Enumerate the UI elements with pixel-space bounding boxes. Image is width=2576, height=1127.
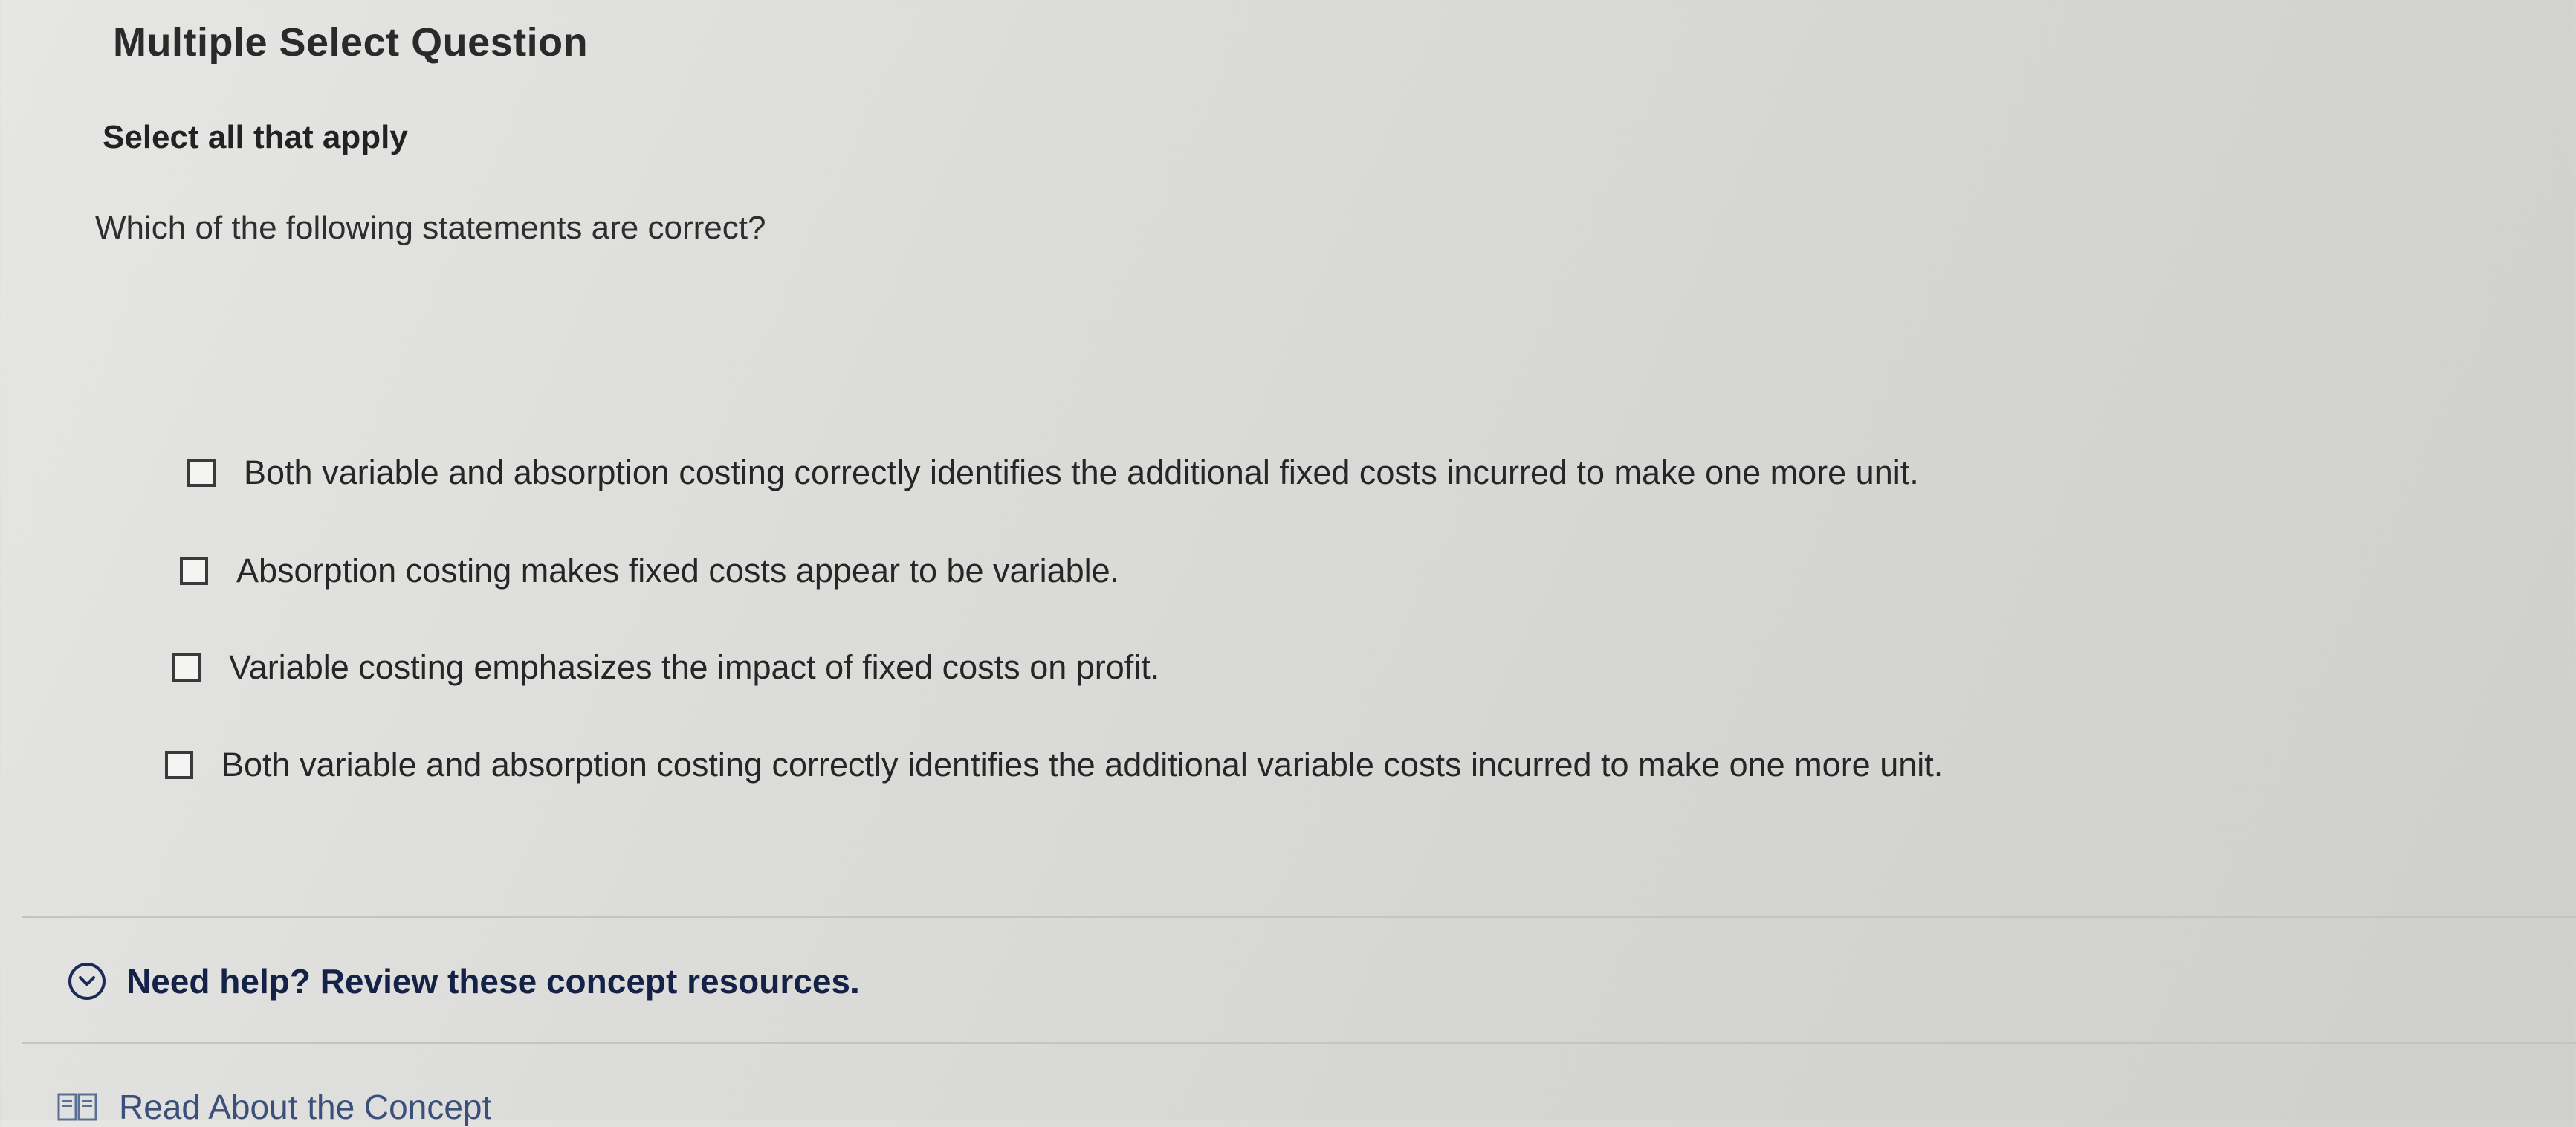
read-concept-label: Read About the Concept (119, 1088, 492, 1126)
book-icon (57, 1093, 97, 1121)
help-panel: Need help? Review these concept resource… (22, 916, 2576, 1044)
checkbox-option-1[interactable] (187, 459, 216, 487)
chevron-down-circle-icon (68, 963, 106, 1000)
checkbox-option-3[interactable] (172, 653, 201, 682)
option-4-label: Both variable and absorption costing cor… (221, 746, 1944, 784)
option-1[interactable]: Both variable and absorption costing cor… (187, 453, 1919, 492)
option-1-label: Both variable and absorption costing cor… (244, 453, 1919, 491)
option-2[interactable]: Absorption costing makes fixed costs app… (180, 552, 1119, 590)
help-toggle-label: Need help? Review these concept resource… (126, 962, 860, 1001)
page-title: Multiple Select Question (113, 20, 589, 65)
instruction-text: Select all that apply (103, 119, 408, 155)
option-3-label: Variable costing emphasizes the impact o… (229, 648, 1160, 686)
option-4[interactable]: Both variable and absorption costing cor… (165, 746, 1943, 784)
option-3[interactable]: Variable costing emphasizes the impact o… (172, 648, 1159, 687)
read-concept-link[interactable]: Read About the Concept (56, 1087, 491, 1127)
question-prompt: Which of the following statements are co… (95, 210, 766, 246)
option-2-label: Absorption costing makes fixed costs app… (236, 552, 1120, 590)
checkbox-option-4[interactable] (165, 751, 193, 779)
help-toggle-button[interactable]: Need help? Review these concept resource… (68, 961, 860, 1001)
checkbox-option-2[interactable] (180, 557, 208, 585)
